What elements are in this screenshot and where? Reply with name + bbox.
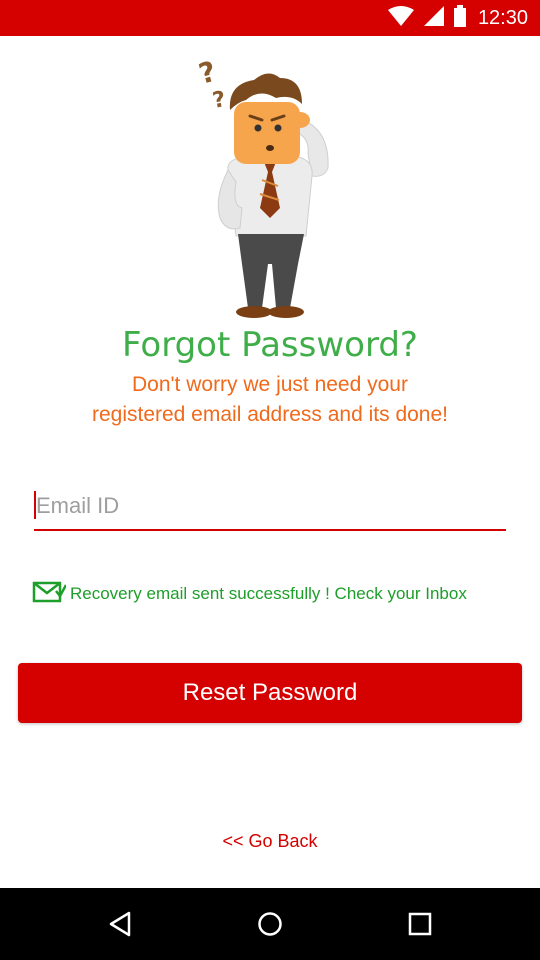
success-message: Recovery email sent successfully ! Check…	[70, 584, 467, 603]
page-subtitle: Don't worry we just need your registered…	[40, 370, 500, 430]
navigation-bar	[0, 888, 540, 960]
confused-man-illustration: ? ?	[180, 55, 360, 320]
wifi-icon	[387, 5, 414, 31]
mail-check-icon	[32, 579, 68, 610]
cellular-signal-icon	[423, 5, 444, 31]
svg-text:?: ?	[195, 58, 219, 91]
status-bar: 12:30	[0, 0, 540, 36]
subtitle-line-1: Don't worry we just need your	[132, 373, 408, 396]
recents-square-icon[interactable]	[400, 908, 440, 940]
page-title: Forgot Password?	[122, 325, 418, 365]
subtitle-line-2: registered email address and its done!	[91, 403, 449, 426]
battery-icon	[453, 4, 466, 32]
home-circle-icon[interactable]	[250, 908, 290, 940]
email-field-container	[34, 484, 506, 534]
clock: 12:30	[477, 6, 528, 29]
back-triangle-icon[interactable]	[100, 908, 140, 940]
email-field[interactable]	[34, 484, 506, 528]
svg-text:?: ?	[211, 87, 228, 114]
reset-password-button[interactable]: Reset Password	[18, 663, 522, 723]
success-notice: Recovery email sent successfully ! Check…	[32, 580, 467, 608]
go-back-link[interactable]: << Go Back	[0, 831, 540, 852]
text-cursor	[34, 491, 36, 519]
email-field-underline	[34, 529, 506, 531]
